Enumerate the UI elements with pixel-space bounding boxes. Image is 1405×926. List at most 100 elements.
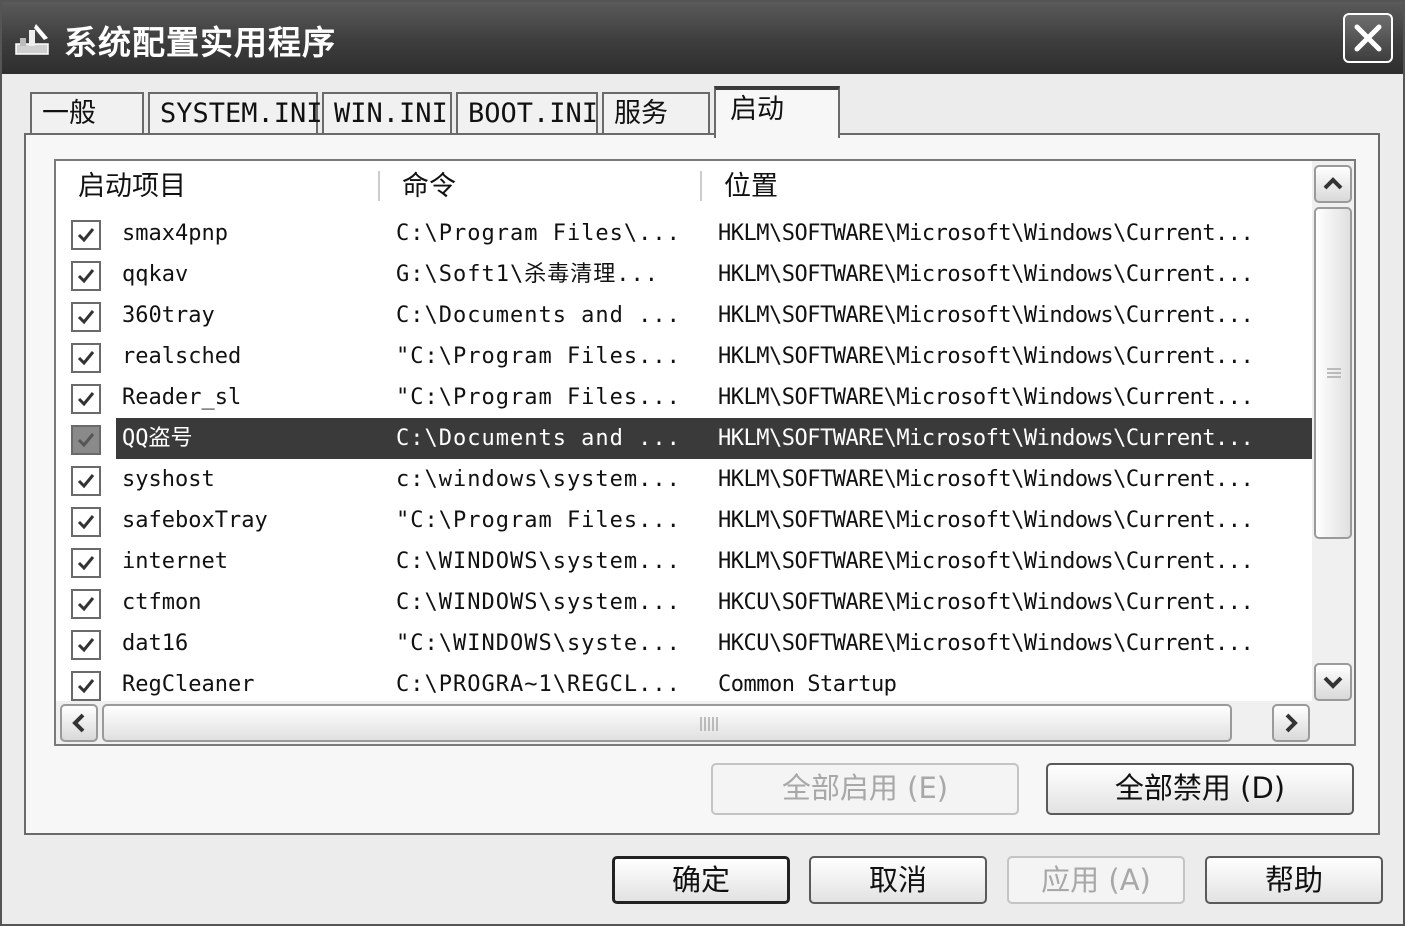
row-checkbox[interactable] [71,302,101,332]
startup-item-command: "C:\Program Files... [396,385,681,410]
startup-item-location: HKLM\SOFTWARE\Microsoft\Windows\Current.… [718,262,1254,287]
chevron-down-icon [1323,676,1343,689]
column-header-command[interactable]: 命令 [402,161,456,211]
startup-item-name: ctfmon [122,590,202,615]
startup-item-command: "C:\WINDOWS\syste... [396,631,681,656]
ok-button[interactable]: 确定 [612,856,790,904]
cancel-button[interactable]: 取消 [809,856,987,904]
close-icon [1354,24,1382,52]
horizontal-scroll-thumb[interactable] [102,704,1232,742]
scroll-left-button[interactable] [60,704,98,742]
startup-item-name: safeboxTray [122,508,268,533]
startup-item-location: HKLM\SOFTWARE\Microsoft\Windows\Current.… [718,303,1254,328]
startup-item-command: C:\WINDOWS\system... [396,549,681,574]
startup-item-name: internet [122,549,228,574]
table-row[interactable]: Reader_sl "C:\Program Files... HKLM\SOFT… [56,377,1312,418]
checkmark-icon [77,310,95,325]
chevron-right-icon [1285,713,1298,733]
table-row[interactable]: internet C:\WINDOWS\system... HKLM\SOFTW… [56,541,1312,582]
grip-icon [1327,368,1341,378]
checkmark-icon [77,679,95,694]
tab-startup[interactable]: 启动 [714,86,840,138]
startup-item-name: 360tray [122,303,215,328]
table-row[interactable]: dat16 "C:\WINDOWS\syste... HKCU\SOFTWARE… [56,623,1312,664]
column-divider[interactable] [700,171,702,201]
table-row[interactable]: realsched "C:\Program Files... HKLM\SOFT… [56,336,1312,377]
row-checkbox[interactable] [71,425,101,455]
table-row[interactable]: qqkav G:\Soft1\杀毒清理... HKLM\SOFTWARE\Mic… [56,254,1312,295]
table-row[interactable]: syshost c:\windows\system... HKLM\SOFTWA… [56,459,1312,500]
row-checkbox[interactable] [71,261,101,291]
startup-item-location: HKLM\SOFTWARE\Microsoft\Windows\Current.… [718,549,1254,574]
startup-item-command: "C:\Program Files... [396,508,681,533]
startup-item-name: smax4pnp [122,221,228,246]
vertical-scroll-thumb[interactable] [1314,207,1352,539]
startup-item-name: Reader_sl [122,385,242,410]
startup-item-command: c:\windows\system... [396,467,681,492]
row-checkbox[interactable] [71,630,101,660]
scroll-right-button[interactable] [1272,704,1310,742]
tab-boot-ini[interactable]: BOOT.INI [456,92,598,134]
row-checkbox[interactable] [71,466,101,496]
apply-button[interactable]: 应用 (A) [1007,856,1185,904]
grip-icon [700,717,718,731]
table-row-selected[interactable]: QQ盗号 C:\Documents and ... HKLM\SOFTWARE\… [56,418,1312,459]
row-checkbox[interactable] [71,671,101,701]
startup-item-name: dat16 [122,631,189,656]
enable-all-button[interactable]: 全部启用 (E) [711,763,1019,815]
startup-item-location: HKLM\SOFTWARE\Microsoft\Windows\Current.… [718,426,1254,451]
checkmark-icon [77,351,95,366]
horizontal-scrollbar[interactable] [56,701,1354,744]
tab-general[interactable]: 一般 [30,92,144,134]
startup-item-name: qqkav [122,262,189,287]
title-bar[interactable]: 系统配置实用程序 [2,2,1403,74]
startup-item-command: C:\Documents and ... [396,303,681,328]
startup-items-list[interactable]: 启动项目 命令 位置 smax4pnp C:\Program Files\...… [54,159,1356,746]
close-button[interactable] [1343,13,1393,63]
vertical-scrollbar[interactable] [1312,161,1354,701]
column-header-location[interactable]: 位置 [724,161,778,211]
row-checkbox[interactable] [71,220,101,250]
startup-item-location: Common Startup [718,672,897,697]
help-button[interactable]: 帮助 [1205,856,1383,904]
msconfig-icon [15,24,49,55]
row-checkbox[interactable] [71,343,101,373]
table-row[interactable]: safeboxTray "C:\Program Files... HKLM\SO… [56,500,1312,541]
table-row[interactable]: 360tray C:\Documents and ... HKLM\SOFTWA… [56,295,1312,336]
startup-item-command: C:\Documents and ... [396,426,681,451]
row-checkbox[interactable] [71,507,101,537]
startup-item-name: realsched [122,344,242,369]
tab-system-ini[interactable]: SYSTEM.INI [148,92,323,134]
scroll-up-button[interactable] [1314,165,1352,203]
row-checkbox[interactable] [71,384,101,414]
checkmark-icon [77,515,95,530]
row-checkbox[interactable] [71,589,101,619]
window-title: 系统配置实用程序 [64,23,336,62]
tab-win-ini[interactable]: WIN.INI [322,92,452,134]
startup-item-location: HKLM\SOFTWARE\Microsoft\Windows\Current.… [718,508,1254,533]
system-config-window: 系统配置实用程序 一般 SYSTEM.INI WIN.INI BOOT.INI … [0,0,1405,926]
startup-item-command: C:\PROGRA~1\REGCL... [396,672,681,697]
startup-item-name: RegCleaner [122,672,255,697]
table-row[interactable]: smax4pnp C:\Program Files\... HKLM\SOFTW… [56,213,1312,254]
startup-item-location: HKLM\SOFTWARE\Microsoft\Windows\Current.… [718,385,1254,410]
chevron-up-icon [1323,177,1343,190]
startup-item-command: C:\Program Files\... [396,221,681,246]
table-row[interactable]: ctfmon C:\WINDOWS\system... HKCU\SOFTWAR… [56,582,1312,623]
startup-item-name: QQ盗号 [122,426,193,451]
checkmark-icon [77,474,95,489]
startup-item-location: HKCU\SOFTWARE\Microsoft\Windows\Current.… [718,631,1254,656]
checkmark-icon [77,433,95,448]
startup-item-location: HKLM\SOFTWARE\Microsoft\Windows\Current.… [718,344,1254,369]
scroll-down-button[interactable] [1314,663,1352,701]
table-row[interactable]: RegCleaner C:\PROGRA~1\REGCL... Common S… [56,664,1312,705]
startup-item-location: HKCU\SOFTWARE\Microsoft\Windows\Current.… [718,590,1254,615]
checkmark-icon [77,638,95,653]
row-checkbox[interactable] [71,548,101,578]
column-header-startup-item[interactable]: 启动项目 [78,161,186,211]
column-divider[interactable] [378,171,380,201]
tab-services[interactable]: 服务 [602,92,710,134]
disable-all-button[interactable]: 全部禁用 (D) [1046,763,1354,815]
startup-item-location: HKLM\SOFTWARE\Microsoft\Windows\Current.… [718,221,1254,246]
chevron-left-icon [72,713,85,733]
